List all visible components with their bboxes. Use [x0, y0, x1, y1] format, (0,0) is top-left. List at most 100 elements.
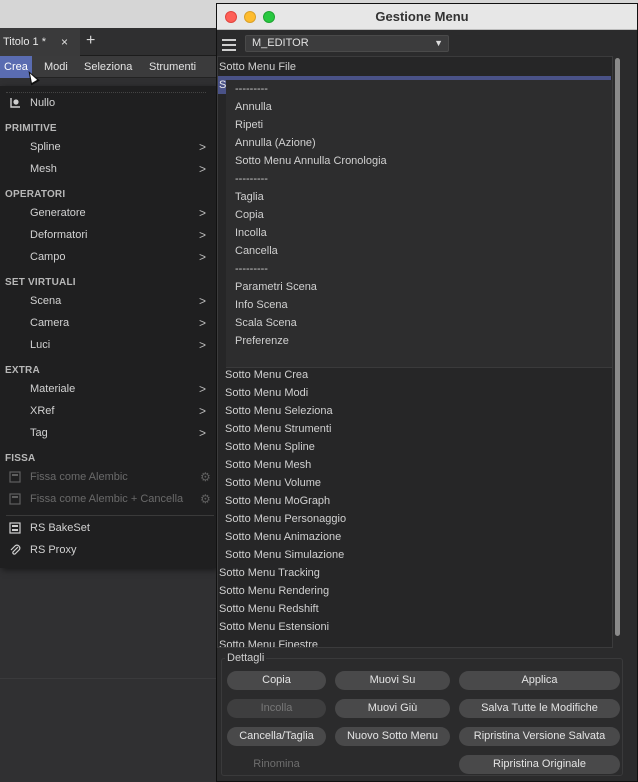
bake-icon	[9, 471, 21, 483]
tree-item[interactable]: Annulla	[235, 98, 612, 116]
ripristina-salvata-button[interactable]: Ripristina Versione Salvata	[459, 727, 620, 746]
tree-item[interactable]: Sotto Menu Estensioni	[218, 618, 612, 636]
tree-item[interactable]: Sotto Menu Seleziona	[218, 402, 612, 420]
crea-dropdown-menu: Nullo PRIMITIVE Spline > Mesh > OPERATOR…	[0, 86, 216, 568]
category-primitive: PRIMITIVE	[5, 123, 57, 134]
cancella-taglia-button[interactable]: Cancella/Taglia	[227, 727, 326, 746]
submenu-arrow-icon: >	[199, 426, 207, 440]
tree-item[interactable]: Sotto Menu Mesh	[218, 456, 612, 474]
tree-item[interactable]: Sotto Menu Animazione	[218, 528, 612, 546]
divider	[6, 515, 214, 516]
tree-item[interactable]: Sotto Menu Spline	[218, 438, 612, 456]
scrollbar-thumb[interactable]	[615, 58, 620, 636]
menu-item-mesh[interactable]: Mesh >	[0, 158, 216, 180]
menu-item-luci[interactable]: Luci >	[0, 334, 216, 356]
menu-item-deformatori[interactable]: Deformatori >	[0, 224, 216, 246]
tree-separator[interactable]: ---------	[235, 170, 612, 188]
tree-separator[interactable]: ---------	[235, 80, 612, 98]
tree-item[interactable]: Taglia	[235, 188, 612, 206]
menu-tree[interactable]: Sotto Menu File Sotto Menu Modifica ----…	[217, 56, 613, 648]
tree-item[interactable]: Scala Scena	[235, 314, 612, 332]
tree-item[interactable]: Sotto Menu Simulazione	[218, 546, 612, 564]
menu-item-label: Tag	[30, 427, 48, 439]
new-tab-icon[interactable]: +	[86, 32, 95, 50]
bake-icon	[9, 493, 21, 505]
tree-item[interactable]: Sotto Menu File	[218, 58, 612, 76]
menu-strumenti[interactable]: Strumenti	[149, 56, 196, 78]
category-fissa: FISSA	[5, 453, 36, 464]
menu-item-label: Campo	[30, 251, 66, 263]
tree-item[interactable]: Sotto Menu Rendering	[218, 582, 612, 600]
tree-item[interactable]: Sotto Menu Crea	[218, 366, 612, 384]
close-tab-icon[interactable]: ×	[61, 35, 68, 49]
document-tab-label: Titolo 1 *	[3, 36, 47, 48]
hamburger-menu-icon[interactable]	[222, 39, 236, 54]
tree-item[interactable]: Sotto Menu Volume	[218, 474, 612, 492]
tree-scrollbar[interactable]	[614, 56, 622, 648]
menu-item-generatore[interactable]: Generatore >	[0, 202, 216, 224]
tree-item[interactable]: Incolla	[235, 224, 612, 242]
tree-item[interactable]: Sotto Menu Modi	[218, 384, 612, 402]
paperclip-icon	[10, 544, 21, 555]
menu-item-label: Deformatori	[30, 229, 88, 241]
submenu-arrow-icon: >	[199, 338, 207, 352]
tree-item[interactable]: Preferenze	[235, 332, 612, 350]
tree-separator[interactable]: ---------	[235, 260, 612, 278]
menu-item-label: Luci	[30, 339, 51, 351]
tree-item[interactable]: Info Scena	[235, 296, 612, 314]
tree-item[interactable]: Sotto Menu Strumenti	[218, 420, 612, 438]
tree-item[interactable]: Annulla (Azione)	[235, 134, 612, 152]
applica-button[interactable]: Applica	[459, 671, 620, 690]
category-extra: EXTRA	[5, 365, 40, 376]
menu-item-tag[interactable]: Tag >	[0, 422, 216, 444]
menu-item-camera[interactable]: Camera >	[0, 312, 216, 334]
submenu-arrow-icon: >	[199, 294, 207, 308]
details-panel: Copia Muovi Su Applica Incolla Muovi Giù…	[221, 658, 623, 776]
menu-item-nullo[interactable]: Nullo	[0, 92, 216, 114]
menu-item-campo[interactable]: Campo >	[0, 246, 216, 268]
incolla-button[interactable]: Incolla	[227, 699, 326, 718]
menu-item-scena[interactable]: Scena >	[0, 290, 216, 312]
tree-item[interactable]: Sotto Menu Personaggio	[218, 510, 612, 528]
menu-item-rs-bakeset[interactable]: RS BakeSet	[0, 517, 216, 539]
ripristina-originale-button[interactable]: Ripristina Originale	[459, 755, 620, 774]
gear-icon: ⚙	[200, 492, 211, 506]
menu-modi[interactable]: Modi	[44, 56, 68, 78]
submenu-arrow-icon: >	[199, 228, 207, 242]
menu-seleziona[interactable]: Seleziona	[84, 56, 132, 78]
window-titlebar[interactable]: Gestione Menu	[217, 4, 637, 30]
rinomina-button[interactable]: Rinomina	[227, 755, 326, 774]
menu-item-label: Mesh	[30, 163, 57, 175]
menu-item-label: Fissa come Alembic	[30, 471, 128, 483]
nuovo-sotto-menu-button[interactable]: Nuovo Sotto Menu	[335, 727, 450, 746]
tree-item[interactable]: Sotto Menu Finestre	[218, 636, 612, 647]
submenu-contents: --------- Annulla Ripeti Annulla (Azione…	[226, 80, 612, 368]
menu-item-xref[interactable]: XRef >	[0, 400, 216, 422]
tree-item[interactable]: Sotto Menu Tracking	[218, 564, 612, 582]
tree-item[interactable]: Cancella	[235, 242, 612, 260]
menu-item-label: Materiale	[30, 383, 76, 395]
tree-item[interactable]: Copia	[235, 206, 612, 224]
menu-item-rs-proxy[interactable]: RS Proxy	[0, 539, 216, 561]
tree-item[interactable]: Parametri Scena	[235, 278, 612, 296]
muovi-su-button[interactable]: Muovi Su	[335, 671, 450, 690]
muovi-giu-button[interactable]: Muovi Giù	[335, 699, 450, 718]
gestione-menu-window: Gestione Menu M_EDITOR ▼ Sotto Menu File…	[216, 3, 638, 782]
menu-item-materiale[interactable]: Materiale >	[0, 378, 216, 400]
tree-item[interactable]: Sotto Menu Redshift	[218, 600, 612, 618]
menu-item-label: XRef	[30, 405, 55, 417]
tree-item[interactable]: Ripeti	[235, 116, 612, 134]
gear-icon: ⚙	[200, 470, 211, 484]
tree-item[interactable]: Sotto Menu Annulla Cronologia	[235, 152, 612, 170]
submenu-arrow-icon: >	[199, 404, 207, 418]
menu-item-label: Nullo	[30, 97, 56, 109]
salva-tutte-button[interactable]: Salva Tutte le Modifiche	[459, 699, 620, 718]
menu-selector-dropdown[interactable]: M_EDITOR ▼	[245, 35, 449, 52]
details-label: Dettagli	[225, 652, 267, 664]
menu-item-label: RS BakeSet	[30, 522, 90, 534]
document-tab[interactable]: Titolo 1 * ×	[0, 28, 80, 56]
submenu-arrow-icon: >	[199, 382, 207, 396]
copia-button[interactable]: Copia	[227, 671, 326, 690]
menu-item-spline[interactable]: Spline >	[0, 136, 216, 158]
tree-item[interactable]: Sotto Menu MoGraph	[218, 492, 612, 510]
